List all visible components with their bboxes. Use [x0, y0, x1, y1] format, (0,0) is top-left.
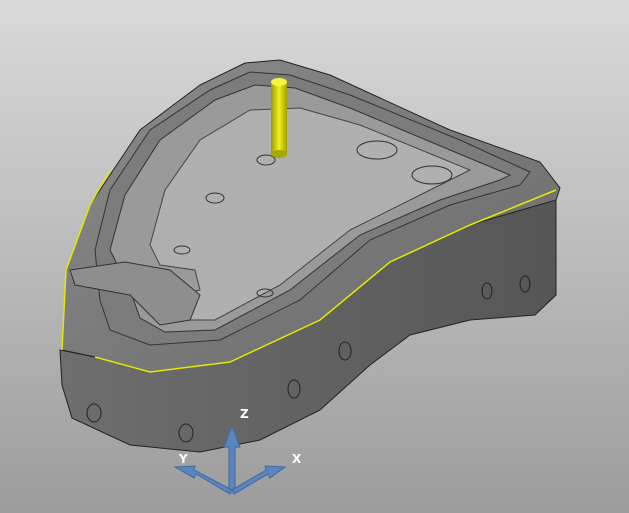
- y-axis-label: Y: [179, 452, 188, 466]
- part-model: [59, 59, 561, 495]
- x-axis-arrow: [231, 465, 287, 495]
- x-axis-label: X: [292, 452, 302, 466]
- z-axis-label: Z: [240, 407, 249, 421]
- tool-cylinder: [271, 78, 287, 158]
- y-axis-arrow: [173, 465, 233, 495]
- 3d-viewport[interactable]: Z X Y: [0, 0, 629, 513]
